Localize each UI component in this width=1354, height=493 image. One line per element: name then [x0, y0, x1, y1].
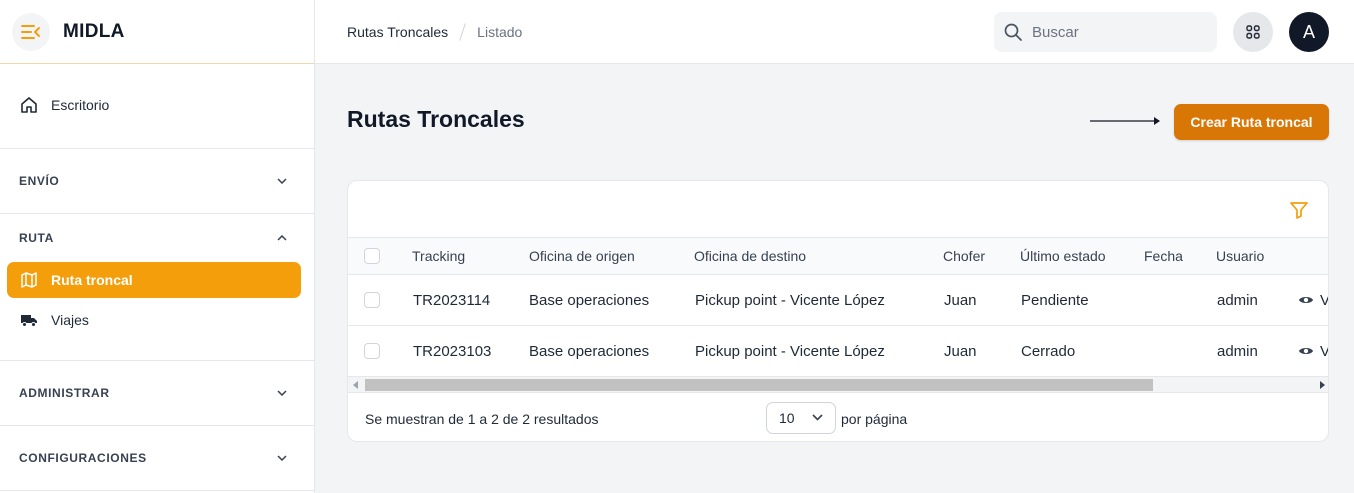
section-label: RUTA — [19, 231, 54, 245]
cell-usuario: admin — [1217, 342, 1258, 360]
scroll-left-arrow[interactable] — [353, 381, 358, 389]
eye-icon — [1299, 348, 1313, 354]
table-card: Tracking Oficina de origen Oficina de de… — [347, 180, 1329, 442]
table-row[interactable]: TR2023114 Base operaciones Pickup point … — [348, 275, 1328, 326]
scroll-right-arrow[interactable] — [1320, 381, 1325, 389]
sidebar-item-label: Ruta troncal — [51, 272, 133, 288]
page-title: Rutas Troncales — [347, 106, 525, 132]
per-page-select[interactable]: 10 — [766, 402, 836, 434]
pagination-summary: Se muestran de 1 a 2 de 2 resultados — [365, 411, 599, 427]
arrow-right-icon — [1090, 117, 1160, 125]
sidebar-item-escritorio[interactable]: Escritorio — [7, 87, 301, 123]
search-input[interactable] — [1032, 23, 1192, 41]
view-action-label: V — [1320, 343, 1328, 360]
sidebar-item-viajes[interactable]: Viajes — [7, 302, 301, 338]
filter-icon[interactable] — [1289, 200, 1309, 220]
eye-icon — [1299, 297, 1313, 303]
chevron-down-icon — [276, 387, 288, 399]
view-action-label: V — [1320, 292, 1328, 309]
sidebar-item-ruta-troncal[interactable]: Ruta troncal — [7, 262, 301, 298]
table-header: Tracking Oficina de origen Oficina de de… — [348, 237, 1328, 275]
cell-chofer: Juan — [944, 291, 977, 309]
section-configuraciones[interactable]: CONFIGURACIONES — [0, 426, 314, 490]
section-label: ENVÍO — [19, 174, 60, 188]
per-page-value: 10 — [779, 410, 795, 426]
cell-tracking: TR2023114 — [413, 291, 491, 309]
column-header-chofer[interactable]: Chofer — [943, 238, 985, 274]
topbar: Rutas Troncales Listado A — [315, 0, 1354, 64]
cell-origen: Base operaciones — [529, 291, 650, 309]
column-header-usuario[interactable]: Usuario — [1216, 238, 1264, 274]
cell-estado: Cerrado — [1021, 342, 1076, 360]
column-header-origen[interactable]: Oficina de origen — [529, 238, 635, 274]
chevron-down-icon — [276, 452, 288, 464]
section-ruta[interactable]: RUTA — [0, 214, 314, 262]
search-box[interactable] — [994, 12, 1217, 52]
breadcrumb-item-current: Listado — [477, 23, 523, 40]
table-row[interactable]: TR2023103 Base operaciones Pickup point … — [348, 326, 1328, 377]
cell-destino: Pickup point - Vicente López — [695, 342, 885, 360]
column-header-destino[interactable]: Oficina de destino — [694, 238, 806, 274]
scrollbar-thumb[interactable] — [365, 379, 1153, 391]
view-action[interactable]: V — [1298, 275, 1328, 325]
per-page-label: por página — [841, 411, 908, 427]
chevron-down-icon — [276, 175, 288, 187]
truck-icon — [20, 311, 38, 329]
sidebar: MIDLA Escritorio ENVÍO RUTA Ruta troncal… — [0, 0, 315, 493]
avatar[interactable]: A — [1289, 12, 1329, 52]
chevron-up-icon — [276, 232, 288, 244]
sidebar-item-label: Escritorio — [51, 97, 110, 113]
brand-header: MIDLA — [0, 0, 314, 64]
cell-destino: Pickup point - Vicente López — [695, 291, 885, 309]
breadcrumb: Rutas Troncales Listado — [347, 22, 523, 41]
row-checkbox[interactable] — [364, 292, 380, 308]
row-checkbox[interactable] — [364, 343, 380, 359]
column-header-estado[interactable]: Último estado — [1020, 238, 1106, 274]
cell-chofer: Juan — [944, 342, 977, 360]
home-icon — [20, 96, 38, 114]
apps-button[interactable] — [1233, 12, 1273, 52]
column-header-tracking[interactable]: Tracking — [412, 238, 465, 274]
breadcrumb-item[interactable]: Rutas Troncales — [347, 24, 448, 40]
horizontal-scrollbar[interactable] — [348, 377, 1328, 393]
select-all-checkbox[interactable] — [364, 248, 380, 264]
apps-grid-icon — [1246, 25, 1260, 39]
cell-estado: Pendiente — [1021, 291, 1089, 309]
breadcrumb-separator — [459, 22, 466, 41]
section-envio[interactable]: ENVÍO — [0, 149, 314, 213]
menu-collapse-icon — [21, 24, 40, 39]
column-header-fecha[interactable]: Fecha — [1144, 238, 1183, 274]
cell-tracking: TR2023103 — [413, 342, 492, 360]
search-icon — [1004, 23, 1022, 41]
chevron-down-icon — [812, 414, 823, 421]
map-icon — [20, 271, 38, 289]
view-action[interactable]: V — [1298, 326, 1328, 376]
app-name: MIDLA — [63, 20, 125, 42]
menu-toggle-button[interactable] — [12, 12, 50, 51]
cell-usuario: admin — [1217, 291, 1258, 309]
section-label: CONFIGURACIONES — [19, 451, 147, 465]
section-administrar[interactable]: ADMINISTRAR — [0, 361, 314, 425]
sidebar-item-label: Viajes — [51, 312, 89, 328]
divider — [0, 490, 314, 491]
create-ruta-troncal-button[interactable]: Crear Ruta troncal — [1174, 104, 1329, 140]
section-label: ADMINISTRAR — [19, 386, 110, 400]
cell-origen: Base operaciones — [529, 342, 650, 360]
